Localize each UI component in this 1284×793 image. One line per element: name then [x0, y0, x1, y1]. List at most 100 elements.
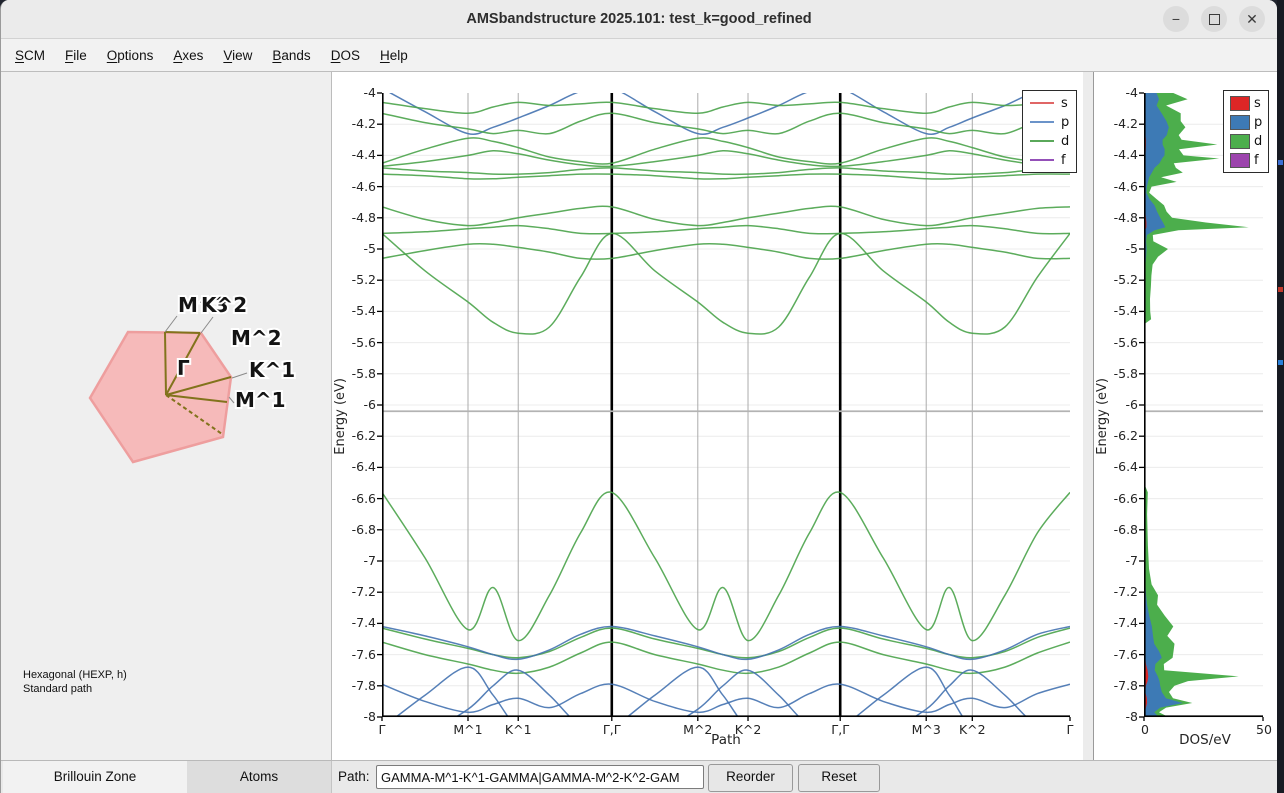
y-tick-label: -6.8 — [332, 522, 376, 537]
legend-label: p — [1254, 115, 1262, 130]
y-tick-label: -4.6 — [332, 179, 376, 194]
y-tick-label: -8 — [332, 709, 376, 724]
tab-brillouin-zone[interactable]: Brillouin Zone — [3, 761, 188, 793]
minimize-button[interactable]: − — [1163, 6, 1189, 32]
k-point-label: Γ — [177, 356, 190, 380]
menu-item-scm[interactable]: SCM — [5, 48, 55, 63]
background-fleck — [1278, 287, 1283, 292]
legend-label: s — [1254, 96, 1261, 111]
y-tick-label: -4.2 — [332, 116, 376, 131]
dos-x-axis-title: DOS/eV — [1179, 732, 1231, 748]
y-tick-label: -4.2 — [1094, 116, 1138, 131]
y-tick-label: -7 — [332, 553, 376, 568]
main-area: M^3K^2M^2ΓK^1M^1 Hexagonal (HEXP, h) Sta… — [1, 72, 1277, 760]
dos-x-tick-label: 0 — [1141, 722, 1149, 737]
band-curve-d — [382, 233, 1070, 334]
minimize-icon: − — [1172, 11, 1180, 27]
legend-label: d — [1061, 134, 1069, 149]
legend-line-swatch — [1030, 102, 1054, 104]
legend-patch-swatch — [1230, 96, 1250, 111]
y-tick-label: -8 — [1094, 709, 1138, 724]
band-x-tick-label: K^2 — [959, 722, 986, 737]
y-tick-label: -7.8 — [332, 678, 376, 693]
y-tick-label: -5.2 — [332, 272, 376, 287]
y-tick-label: -6.4 — [1094, 459, 1138, 474]
dos-legend: spdf — [1223, 90, 1269, 173]
y-tick-label: -7.2 — [1094, 584, 1138, 599]
brillouin-zone-view[interactable]: M^3K^2M^2ΓK^1M^1 — [1, 72, 331, 760]
legend-item-d: d — [1030, 133, 1069, 149]
label-leader-line — [201, 317, 213, 333]
tab-atoms[interactable]: Atoms — [187, 761, 332, 793]
band-x-tick-label: M^2 — [683, 722, 712, 737]
legend-label: d — [1254, 134, 1262, 149]
band-curve-d — [382, 168, 1070, 174]
band-curve-d — [382, 206, 1070, 225]
y-tick-label: -6 — [332, 397, 376, 412]
background-fleck — [1278, 160, 1283, 165]
reset-button[interactable]: Reset — [798, 764, 880, 792]
y-tick-label: -5.8 — [332, 366, 376, 381]
band-x-tick-label: K^1 — [505, 722, 532, 737]
panel-separator — [1083, 72, 1093, 760]
bottom-bar: Brillouin Zone Atoms Path: Reorder Reset — [1, 760, 1277, 793]
dos-legend-item-s: s — [1230, 95, 1262, 111]
label-leader-line — [229, 397, 234, 403]
menu-item-bands[interactable]: Bands — [262, 48, 320, 63]
brillouin-zone-panel[interactable]: M^3K^2M^2ΓK^1M^1 Hexagonal (HEXP, h) Sta… — [1, 72, 331, 760]
band-x-tick-label: M^3 — [912, 722, 941, 737]
lattice-info-line1: Hexagonal (HEXP, h) — [23, 668, 127, 682]
dos-panel[interactable]: Energy (eV) -4-4.2-4.4-4.6-4.8-5-5.2-5.4… — [1093, 72, 1277, 760]
window-title: AMSbandstructure 2025.101: test_k=good_r… — [1, 0, 1277, 38]
menu-item-axes[interactable]: Axes — [163, 48, 213, 63]
close-icon: ✕ — [1246, 11, 1258, 28]
y-tick-label: -5 — [1094, 241, 1138, 256]
k-point-label: K^2 — [201, 293, 247, 317]
y-tick-label: -6.2 — [1094, 428, 1138, 443]
legend-label: p — [1061, 115, 1069, 130]
y-tick-label: -7.4 — [332, 615, 376, 630]
legend-label: f — [1254, 153, 1259, 168]
y-tick-label: -5.6 — [332, 335, 376, 350]
y-tick-label: -6.8 — [1094, 522, 1138, 537]
y-tick-label: -5.8 — [1094, 366, 1138, 381]
band-curve-d — [382, 492, 1070, 641]
dos-legend-item-f: f — [1230, 152, 1262, 168]
reorder-button[interactable]: Reorder — [708, 764, 793, 792]
band-curve-d — [382, 102, 1070, 113]
path-input[interactable] — [376, 765, 704, 789]
path-field-label: Path: — [338, 761, 370, 793]
band-structure-plot[interactable] — [382, 93, 1070, 717]
y-tick-label: -7.6 — [1094, 647, 1138, 662]
legend-item-s: s — [1030, 95, 1069, 111]
y-tick-label: -6.2 — [332, 428, 376, 443]
lattice-info: Hexagonal (HEXP, h) Standard path — [23, 668, 127, 696]
y-tick-label: -7.8 — [1094, 678, 1138, 693]
band-x-tick-label: Γ — [379, 722, 386, 737]
label-leader-line — [165, 316, 177, 332]
y-tick-label: -4.6 — [1094, 179, 1138, 194]
menu-item-options[interactable]: Options — [97, 48, 164, 63]
y-tick-label: -7.4 — [1094, 615, 1138, 630]
maximize-button[interactable] — [1201, 6, 1227, 32]
y-tick-label: -6 — [1094, 397, 1138, 412]
menu-item-help[interactable]: Help — [370, 48, 418, 63]
k-path-line — [165, 332, 200, 333]
dos-x-tick-label: 50 — [1256, 722, 1272, 737]
menu-item-view[interactable]: View — [213, 48, 262, 63]
y-tick-label: -5.2 — [1094, 272, 1138, 287]
lattice-info-line2: Standard path — [23, 682, 127, 696]
legend-item-f: f — [1030, 152, 1069, 168]
close-button[interactable]: ✕ — [1239, 6, 1265, 32]
y-tick-label: -4 — [1094, 85, 1138, 100]
band-curve-d — [382, 151, 1070, 167]
menu-item-file[interactable]: File — [55, 48, 97, 63]
legend-patch-swatch — [1230, 115, 1250, 130]
band-legend: spdf — [1022, 90, 1077, 173]
band-x-tick-label: M^1 — [453, 722, 482, 737]
band-curve-p — [382, 87, 1070, 134]
y-tick-label: -4.4 — [1094, 147, 1138, 162]
menu-item-dos[interactable]: DOS — [321, 48, 370, 63]
band-structure-panel[interactable]: Energy (eV) -4-4.2-4.4-4.6-4.8-5-5.2-5.4… — [331, 72, 1083, 760]
dos-plot[interactable] — [1144, 93, 1263, 717]
